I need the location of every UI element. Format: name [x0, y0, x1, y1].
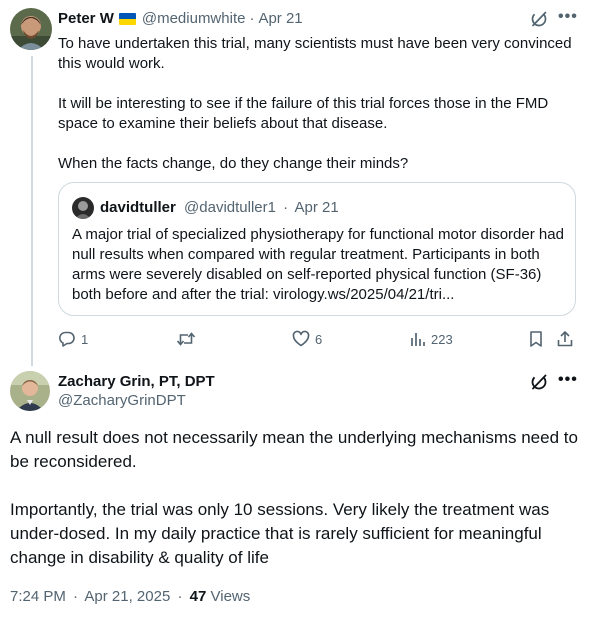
tweet2-paragraph: A null result does not necessarily mean …: [10, 428, 578, 471]
tweet2-views-label: Views: [210, 588, 251, 605]
tweet1-paragraph: To have undertaken this trial, many scie…: [58, 35, 572, 72]
reply-count: 1: [81, 331, 89, 347]
tweet1-paragraph: When the facts change, do they change th…: [58, 155, 409, 172]
thread-connector-line: [31, 56, 33, 366]
heart-icon: [292, 330, 310, 347]
tweet2-author-name[interactable]: Zachary Grin, PT, DPT: [58, 373, 215, 391]
views-button[interactable]: 223: [410, 330, 453, 348]
repost-icon: [176, 332, 196, 346]
tweet1-text: To have undertaken this trial, many scie…: [58, 34, 578, 174]
quoted-handle: @davidtuller1: [184, 199, 276, 216]
tweet2-metadata: 7:24 PM · Apr 21, 2025 · 47 Views: [10, 588, 250, 606]
tweet2-separator-2: ·: [177, 588, 183, 605]
quoted-tweet-card[interactable]: davidtuller @davidtuller1 · Apr 21 A maj…: [58, 182, 576, 316]
peter-w-avatar[interactable]: [10, 8, 52, 50]
tweet1-handle[interactable]: @mediumwhite: [142, 10, 246, 28]
tweet1-separator: ·: [249, 10, 255, 27]
tweet2-more-icon[interactable]: •••: [558, 371, 578, 389]
zachary-grin-avatar[interactable]: [10, 371, 50, 411]
tweet1-header: Peter W @mediumwhite · Apr 21: [58, 10, 303, 28]
tweet2-text: A null result does not necessarily mean …: [10, 426, 582, 570]
tweet2-time[interactable]: 7:24 PM: [10, 588, 66, 605]
views-chart-icon: [411, 333, 425, 346]
tweet1-date[interactable]: Apr 21: [258, 10, 302, 28]
tweet1-more-icon[interactable]: •••: [558, 8, 578, 26]
views-count: 223: [431, 331, 453, 347]
quoted-separator: ·: [283, 199, 289, 216]
grok-icon[interactable]: [530, 10, 548, 28]
repost-button[interactable]: [176, 330, 201, 348]
reply-button[interactable]: 1: [58, 330, 88, 348]
tweet1-action-bar: 1 6 223: [58, 330, 578, 350]
reply-icon: [59, 331, 75, 347]
like-count: 6: [315, 331, 323, 347]
ukraine-flag-icon: [118, 13, 136, 25]
tweet2-date[interactable]: Apr 21, 2025: [84, 588, 170, 605]
quoted-author-name: davidtuller: [100, 199, 176, 216]
share-icon: [557, 331, 573, 347]
like-button[interactable]: 6: [292, 330, 322, 348]
tweet2-views-count: 47: [189, 588, 207, 605]
grok-icon[interactable]: [530, 373, 548, 391]
tweet2-handle[interactable]: @ZacharyGrinDPT: [58, 392, 186, 410]
tweet1-paragraph: It will be interesting to see if the fai…: [58, 95, 549, 132]
quoted-tweet-text: A major trial of specialized physiothera…: [72, 226, 564, 303]
bookmark-button[interactable]: [528, 330, 544, 348]
quoted-date: Apr 21: [294, 199, 339, 216]
bookmark-icon: [530, 331, 542, 347]
quoted-tweet-header: davidtuller @davidtuller1 · Apr 21: [100, 199, 339, 217]
share-button[interactable]: [556, 330, 574, 348]
tweet1-author-name[interactable]: Peter W: [58, 10, 114, 28]
tweet2-separator: ·: [73, 588, 79, 605]
davidtuller-avatar: [72, 197, 94, 219]
tweet2-paragraph: Importantly, the trial was only 10 sessi…: [10, 500, 550, 567]
